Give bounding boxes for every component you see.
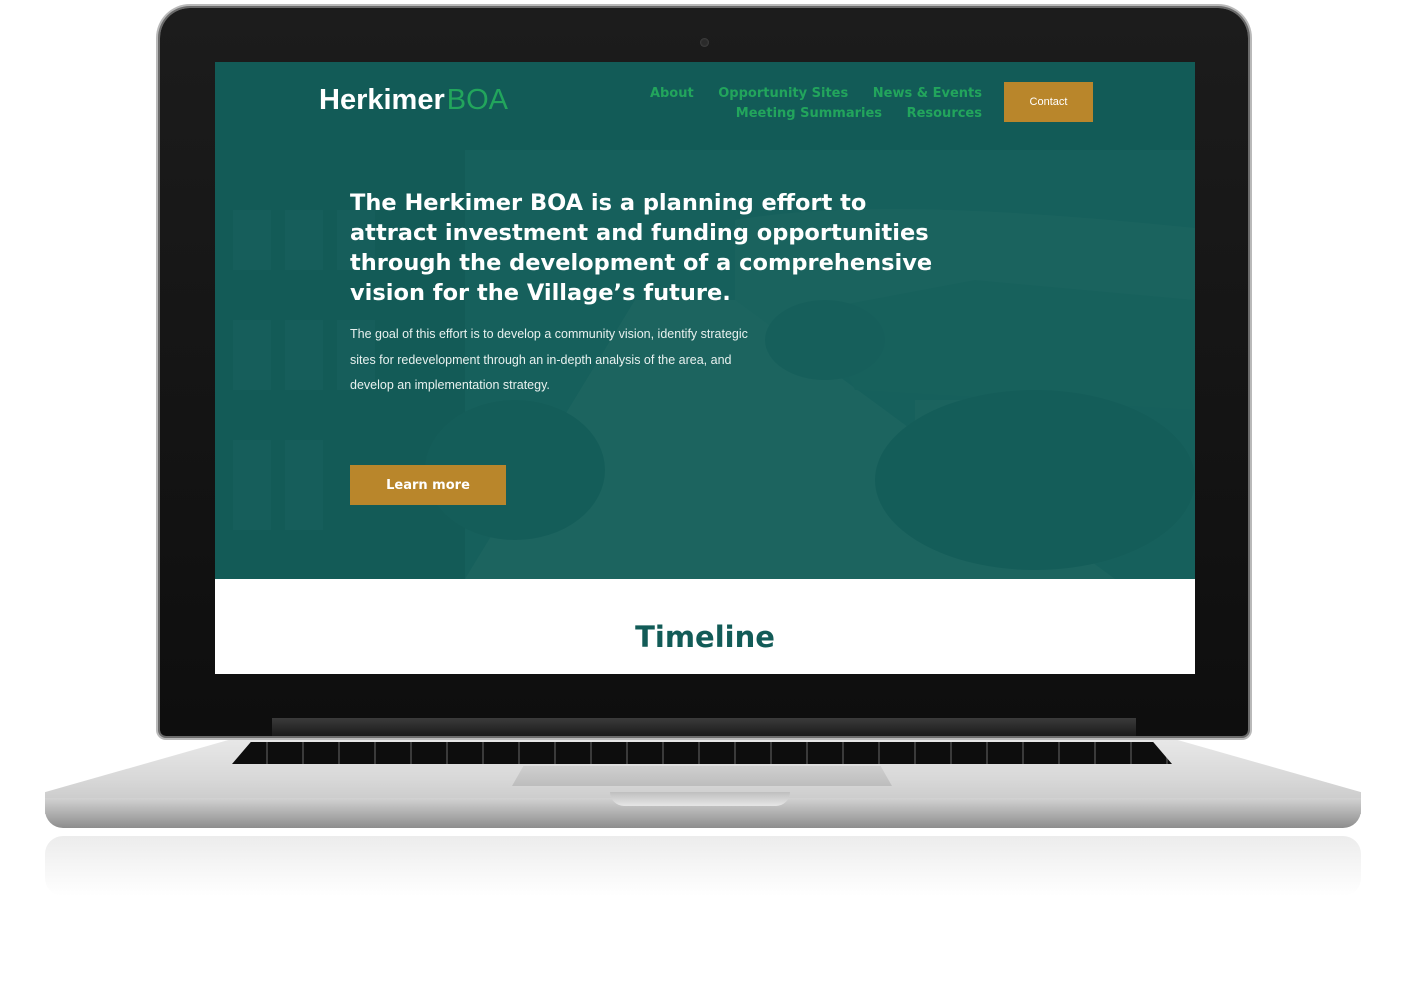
nav-link-opportunity-sites[interactable]: Opportunity Sites (718, 86, 848, 101)
timeline-section: Timeline (215, 579, 1195, 674)
contact-button[interactable]: Contact (1004, 82, 1093, 122)
webcam-icon (700, 38, 709, 47)
laptop-screen: HerkimerBOA About Opportunity Sites News… (215, 62, 1195, 674)
laptop-thumb-notch (610, 792, 790, 806)
main-nav: About Opportunity Sites News & Events Me… (622, 84, 982, 124)
hero-headline: The Herkimer BOA is a planning effort to… (350, 190, 933, 306)
hero-content: The Herkimer BOA is a planning effort to… (350, 188, 950, 399)
nav-link-about[interactable]: About (650, 86, 694, 101)
learn-more-button[interactable]: Learn more (350, 465, 506, 505)
nav-row-1: About Opportunity Sites News & Events (622, 84, 982, 104)
timeline-heading: Timeline (635, 620, 775, 654)
laptop-keyboard (232, 742, 1172, 764)
site-logo[interactable]: HerkimerBOA (319, 82, 508, 118)
nav-link-meeting-summaries[interactable]: Meeting Summaries (736, 106, 882, 121)
nav-link-resources[interactable]: Resources (907, 106, 982, 121)
hero-section: The Herkimer BOA is a planning effort to… (215, 150, 1195, 579)
logo-secondary-text: BOA (446, 84, 508, 116)
site-header: HerkimerBOA About Opportunity Sites News… (215, 62, 1195, 150)
laptop-hinge (272, 718, 1136, 736)
laptop-trackpad (512, 766, 892, 786)
laptop-reflection (45, 836, 1361, 896)
hero-body-text: The goal of this effort is to develop a … (350, 327, 748, 392)
laptop-mockup: HerkimerBOA About Opportunity Sites News… (0, 0, 1408, 1005)
nav-link-news-events[interactable]: News & Events (873, 86, 982, 101)
logo-primary-text: Herkimer (319, 84, 445, 116)
nav-row-2: Meeting Summaries Resources (622, 104, 982, 124)
